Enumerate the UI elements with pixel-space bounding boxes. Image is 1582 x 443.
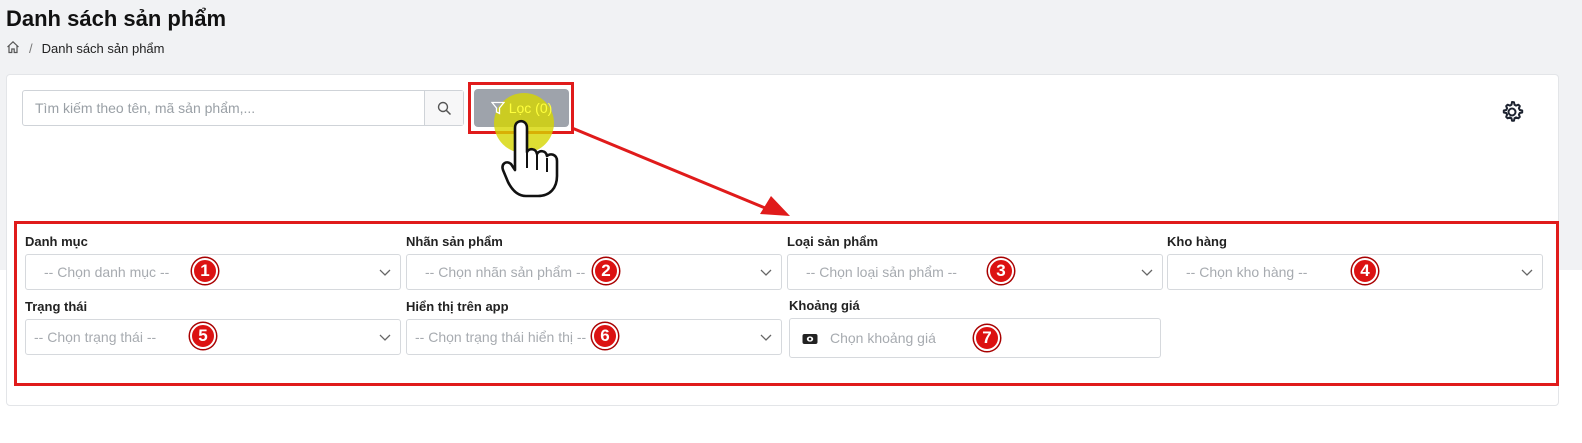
app-display-label: Hiển thị trên app [406,299,509,314]
category-placeholder: -- Chọn danh mục -- [44,264,170,280]
product-type-placeholder: -- Chọn loại sản phẩm -- [806,264,957,280]
hand-cursor-icon [500,118,566,203]
warehouse-label: Kho hàng [1167,234,1227,249]
chevron-down-icon [760,269,772,276]
step-badge-2: 2 [593,258,619,284]
app-display-placeholder: -- Chọn trạng thái hiển thị -- [415,329,587,345]
chevron-down-icon [379,334,391,341]
status-label: Trạng thái [25,299,88,314]
product-tag-label: Nhãn sản phẩm [406,234,503,249]
step-badge-3: 3 [988,258,1014,284]
step-badge-6: 6 [592,323,618,349]
chevron-down-icon [760,334,772,341]
product-type-select[interactable]: -- Chọn loại sản phẩm -- [787,254,1163,290]
price-range-label: Khoảng giá [789,298,860,313]
chevron-down-icon [1521,269,1533,276]
status-placeholder: -- Chọn trạng thái -- [34,329,157,345]
money-icon [802,334,818,344]
product-type-label: Loại sản phẩm [787,234,879,249]
step-badge-4: 4 [1352,258,1378,284]
product-tag-placeholder: -- Chọn nhãn sản phẩm -- [425,264,586,280]
step-badge-7: 7 [974,325,1000,351]
chevron-down-icon [379,269,391,276]
category-label: Danh mục [25,234,88,249]
warehouse-placeholder: -- Chọn kho hàng -- [1186,264,1308,280]
step-badge-1: 1 [192,258,218,284]
chevron-down-icon [1141,269,1153,276]
step-badge-5: 5 [190,323,216,349]
price-range-placeholder: Chọn khoảng giá [830,330,936,346]
